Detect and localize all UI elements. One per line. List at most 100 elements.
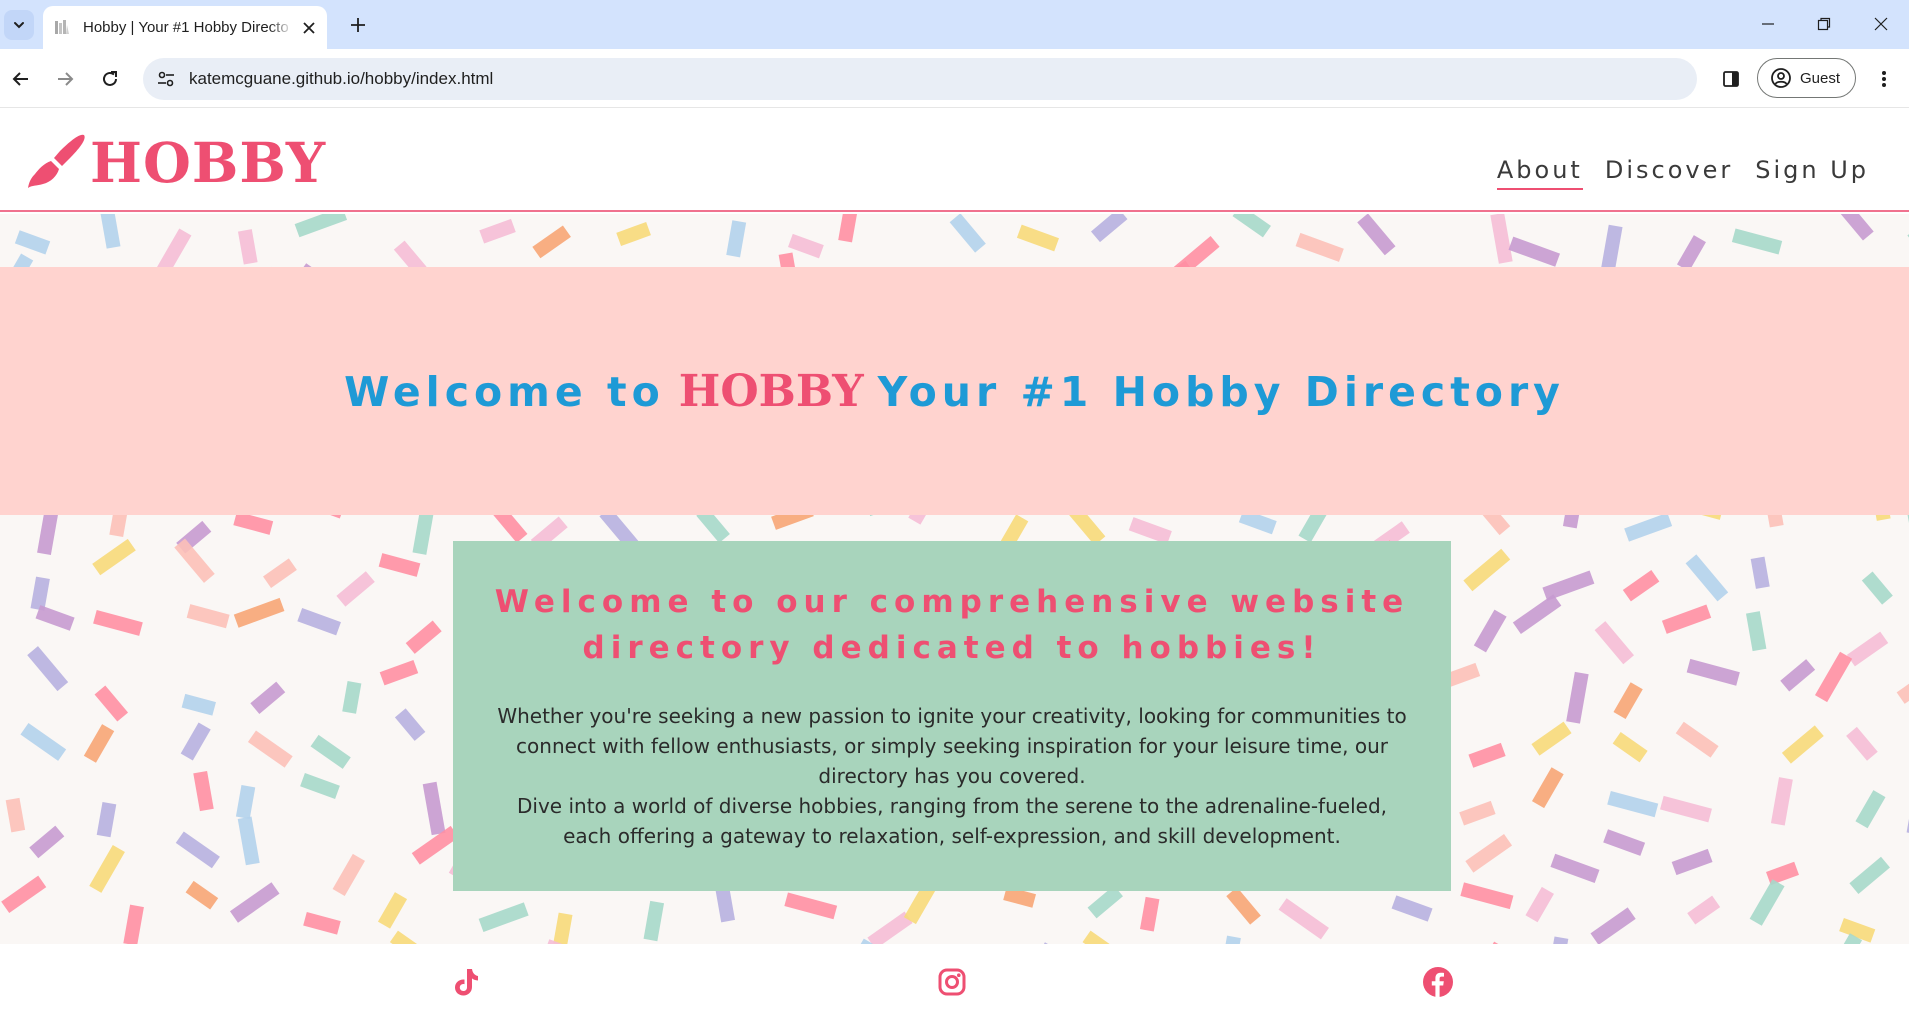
instagram-link[interactable] xyxy=(934,964,970,1000)
sprinkle xyxy=(250,681,286,715)
sprinkle xyxy=(1460,882,1514,910)
sprinkle xyxy=(1473,609,1507,653)
tab-search-button[interactable] xyxy=(4,10,34,40)
sprinkle xyxy=(1278,898,1329,940)
sprinkle xyxy=(300,773,340,799)
back-button[interactable] xyxy=(4,62,38,96)
arrow-right-icon xyxy=(58,72,74,86)
sprinkle xyxy=(93,609,143,636)
sprinkle xyxy=(1357,214,1396,256)
sprinkle xyxy=(247,730,293,768)
sprinkle xyxy=(35,605,75,631)
close-icon xyxy=(1874,17,1888,31)
sprinkle xyxy=(1846,631,1889,667)
site-info-button[interactable] xyxy=(155,68,177,90)
chevron-down-icon xyxy=(14,22,24,29)
side-panel-button[interactable] xyxy=(1714,62,1748,96)
plus-icon xyxy=(351,18,365,32)
sprinkle xyxy=(186,604,230,629)
minimize-button[interactable] xyxy=(1748,9,1788,39)
sprinkle xyxy=(1613,682,1643,720)
more-vertical-icon xyxy=(1882,71,1886,87)
sprinkle xyxy=(27,646,69,692)
profile-label: Guest xyxy=(1800,69,1841,87)
hero-title: Welcome to HOBBY Your #1 Hobby Directory xyxy=(344,366,1565,417)
nav-link-about[interactable]: About xyxy=(1496,156,1583,190)
site-header: HOBBY About Discover Sign Up xyxy=(0,108,1909,212)
sprinkle xyxy=(1490,214,1513,264)
sprinkle xyxy=(1839,214,1874,241)
sprinkle xyxy=(193,770,214,812)
nav-link-sign-up[interactable]: Sign Up xyxy=(1755,156,1869,190)
nav-link-discover[interactable]: Discover xyxy=(1605,156,1733,190)
restore-button[interactable] xyxy=(1804,9,1844,39)
sprinkle xyxy=(1607,790,1659,818)
sprinkle xyxy=(1612,732,1648,763)
intro-card: Welcome to our comprehensive website dir… xyxy=(453,541,1451,891)
tune-icon xyxy=(158,71,174,87)
tiktok-link[interactable] xyxy=(448,964,484,1000)
sprinkle xyxy=(1590,907,1636,945)
sprinkle xyxy=(235,785,256,819)
sprinkle xyxy=(233,511,274,535)
intro-heading: Welcome to our comprehensive website dir… xyxy=(493,579,1411,671)
hero-banner: Welcome to HOBBY Your #1 Hobby Directory xyxy=(0,267,1909,515)
sprinkle xyxy=(83,724,115,763)
sprinkle xyxy=(303,912,341,935)
sprinkle xyxy=(29,825,65,859)
sprinkle xyxy=(1687,895,1721,925)
sprinkle xyxy=(342,681,362,714)
sprinkle xyxy=(1861,571,1893,605)
address-bar[interactable]: katemcguane.github.io/hobby/index.html xyxy=(143,58,1697,100)
paintbrush-icon xyxy=(28,134,85,188)
sprinkle xyxy=(237,229,258,265)
sprinkle xyxy=(20,722,67,761)
sprinkle xyxy=(237,816,260,866)
browser-menu-button[interactable] xyxy=(1867,62,1901,96)
sprinkle xyxy=(1849,856,1890,895)
sprinkle xyxy=(1675,721,1719,758)
sprinkle xyxy=(838,214,859,243)
sprinkle xyxy=(1232,214,1271,238)
sprinkle xyxy=(1531,721,1572,756)
sprinkle xyxy=(726,220,747,258)
reload-icon xyxy=(103,71,117,86)
sprinkle xyxy=(233,597,285,628)
sprinkle xyxy=(378,553,421,577)
reload-button[interactable] xyxy=(93,62,127,96)
facebook-link[interactable] xyxy=(1420,964,1456,1000)
tab-close-button[interactable] xyxy=(299,18,319,38)
sprinkle xyxy=(1542,570,1595,601)
sprinkle xyxy=(532,225,571,259)
sprinkle xyxy=(332,853,365,896)
browser-tab[interactable]: Hobby | Your #1 Hobby Directory xyxy=(43,6,327,49)
site-logo[interactable]: HOBBY xyxy=(26,126,336,198)
sprinkle xyxy=(1139,896,1160,932)
sprinkle xyxy=(1468,742,1506,768)
profile-button[interactable]: Guest xyxy=(1757,58,1856,98)
sprinkle xyxy=(1624,512,1673,542)
sprinkle xyxy=(643,900,665,942)
sprinkle xyxy=(479,218,516,244)
sprinkle xyxy=(5,797,26,833)
close-window-button[interactable] xyxy=(1861,9,1901,39)
sprinkle xyxy=(1671,848,1713,876)
sprinkle xyxy=(1463,548,1511,592)
hero-title-suffix: Your #1 Hobby Directory xyxy=(877,367,1565,416)
browser-toolbar: katemcguane.github.io/hobby/index.html G… xyxy=(0,49,1909,108)
new-tab-button[interactable] xyxy=(344,11,372,39)
sprinkle xyxy=(310,734,351,769)
sprinkle xyxy=(185,880,219,910)
sprinkle xyxy=(405,620,442,654)
tab-title-fade xyxy=(269,14,293,40)
sprinkle xyxy=(1508,236,1560,267)
forward-button[interactable] xyxy=(48,62,82,96)
sprinkle xyxy=(1016,224,1059,252)
sprinkle xyxy=(336,571,375,607)
sprinkle xyxy=(181,693,216,716)
hero-title-brand: HOBBY xyxy=(678,365,864,417)
intro-body: Whether you're seeking a new passion to … xyxy=(493,701,1411,851)
facebook-icon xyxy=(1423,967,1453,997)
sprinkle xyxy=(1676,235,1706,272)
intro-paragraph-2: Dive into a world of diverse hobbies, ra… xyxy=(517,794,1387,848)
